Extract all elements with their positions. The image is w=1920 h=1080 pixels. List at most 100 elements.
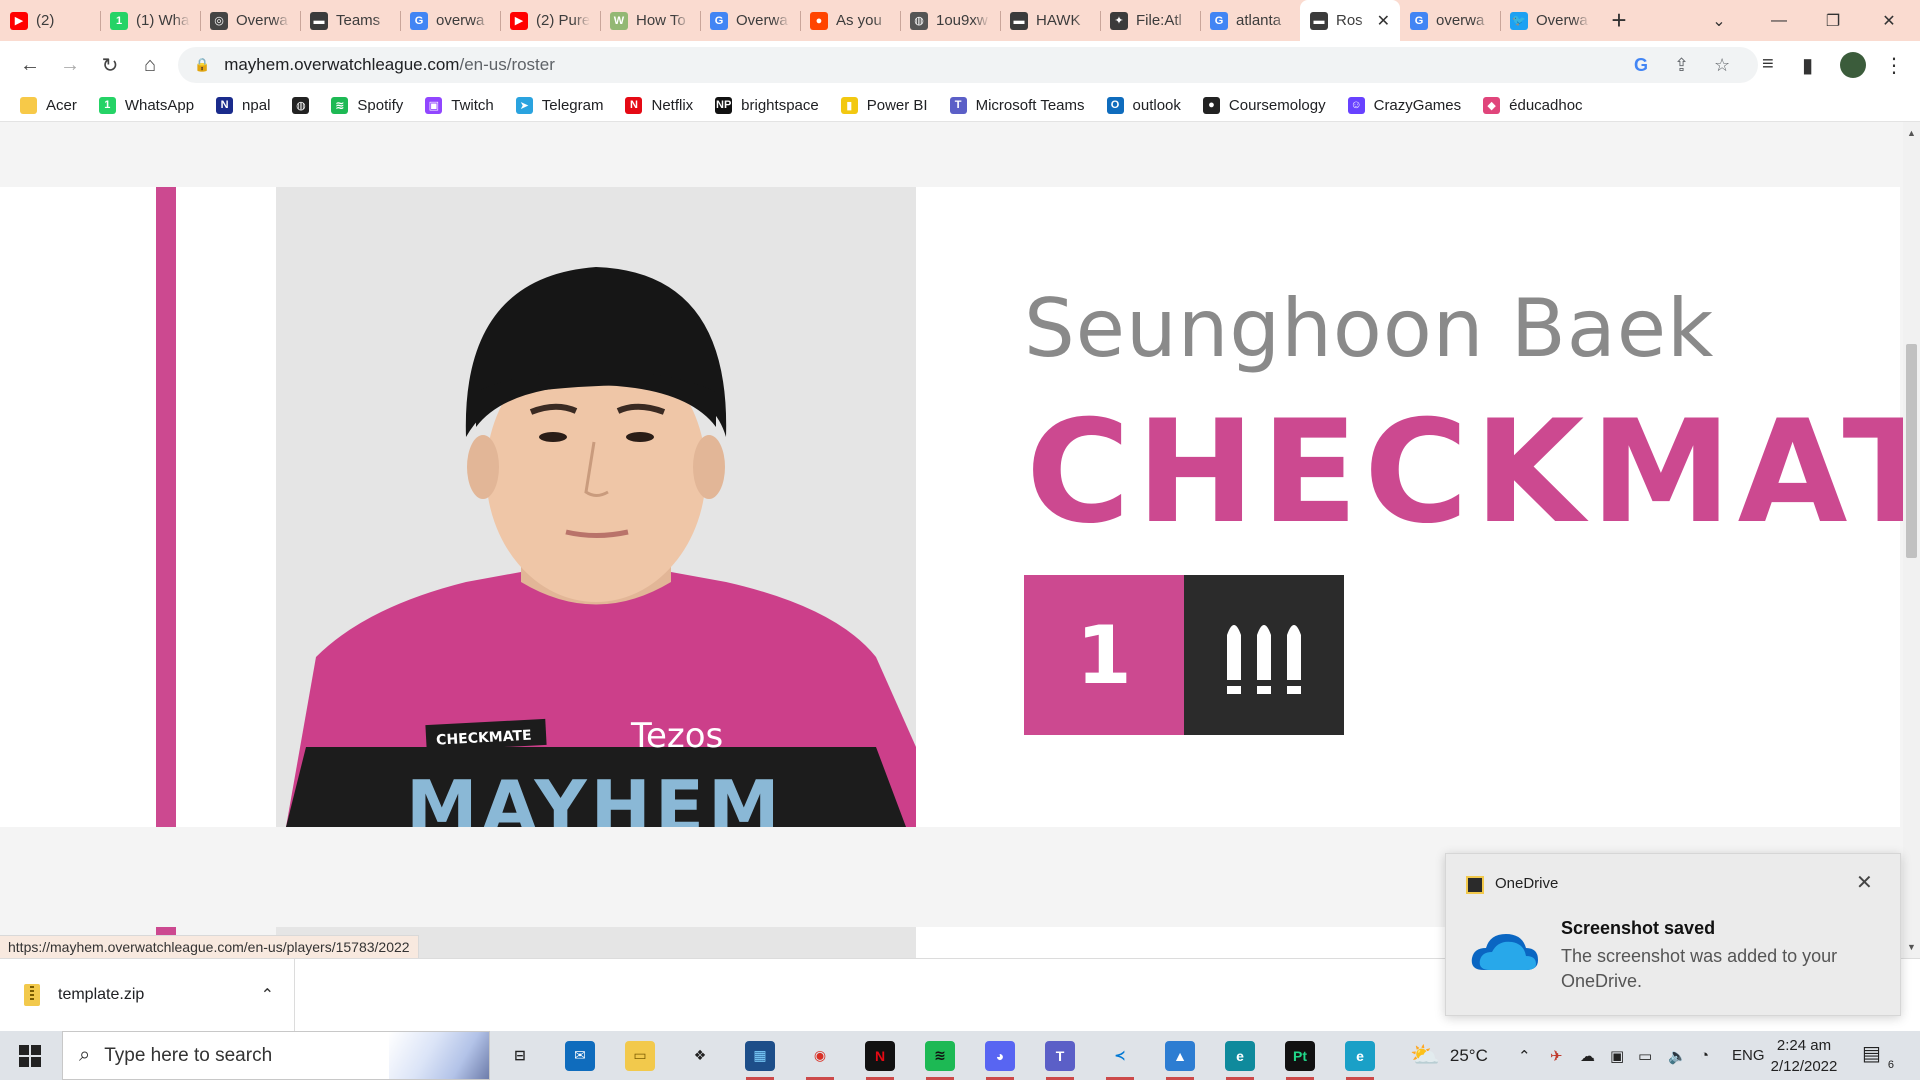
back-icon[interactable]: ← [12, 47, 48, 83]
taskbar-app-edge[interactable]: e [1216, 1031, 1264, 1080]
player-photo[interactable]: CHECKMATE Tezos MAYHEM [276, 187, 916, 827]
address-bar[interactable]: 🔒 mayhem.overwatchleague.com/en-us/roste… [178, 47, 1758, 83]
toast-close-icon[interactable]: ✕ [1856, 870, 1873, 895]
browser-tab[interactable]: Gatlanta [1200, 0, 1300, 41]
taskbar-app-spotify[interactable]: ≋ [916, 1031, 964, 1080]
bookmark-item[interactable]: ◍ [292, 96, 310, 114]
bookmark-star-icon[interactable]: ☆ [1714, 55, 1730, 76]
language-indicator[interactable]: ENG [1732, 1031, 1765, 1080]
side-panel-icon[interactable]: ▮ [1802, 53, 1813, 78]
meet-now-icon[interactable]: ▣ [1610, 1031, 1624, 1080]
forward-icon[interactable]: → [52, 47, 88, 83]
windows-start-icon[interactable] [0, 1031, 60, 1080]
browser-tab[interactable]: ▶ (2) Pure [500, 0, 600, 41]
taskbar-app-edge-dev[interactable]: e [1336, 1031, 1384, 1080]
taskbar-clock[interactable]: 2:24 am 2/12/2022 [1766, 1035, 1842, 1077]
restore-button[interactable]: ❐ [1810, 0, 1856, 41]
bookmark-label: outlook [1132, 96, 1181, 114]
wifi-icon[interactable]: ◔ [1700, 1031, 1709, 1080]
twitter-icon: 🐦 [1510, 11, 1528, 30]
bookmark-item[interactable]: ➤ Telegram [515, 96, 603, 114]
download-item[interactable]: template.zip ⌃ [0, 959, 295, 1031]
browser-tab[interactable]: ▶ (2) [0, 0, 100, 41]
menu-kebab-icon[interactable]: ⋮ [1884, 53, 1904, 78]
taskbar-app-dropbox[interactable]: ❖ [676, 1031, 724, 1080]
bookmark-item[interactable]: Nnpal [216, 96, 270, 114]
tab-search-chevron-icon[interactable]: ⌄ [1696, 0, 1742, 41]
browser-tab[interactable]: ● As you [800, 0, 900, 41]
tab-close-icon[interactable]: ✕ [1377, 11, 1390, 31]
taskbar-app-file-explorer[interactable]: ▭ [616, 1031, 664, 1080]
clock-time: 2:24 am [1776, 1037, 1832, 1054]
tab-title: overwa [1436, 12, 1485, 29]
chevron-up-icon[interactable]: ⌃ [261, 985, 274, 1005]
browser-tab[interactable]: 🐦 Overwa [1500, 0, 1600, 41]
share-icon[interactable]: ⇪ [1674, 55, 1689, 76]
browser-tab[interactable]: 1 (1) Wha [100, 0, 200, 41]
show-hidden-icons-icon[interactable]: ⌃ [1518, 1031, 1531, 1080]
battery-icon[interactable]: ▭ [1638, 1031, 1652, 1080]
browser-tab[interactable]: ◎ Overwa [200, 0, 300, 41]
google-lens-icon[interactable]: G [1634, 55, 1648, 76]
network-warning-icon[interactable]: ✈ [1550, 1031, 1563, 1080]
taskbar-app-vscode[interactable]: ≺ [1096, 1031, 1144, 1080]
browser-tab[interactable]: ▬ Ros ✕ [1300, 0, 1400, 41]
browser-tab[interactable]: ✦ File:Atl [1100, 0, 1200, 41]
lock-icon[interactable]: 🔒 [194, 57, 210, 73]
bookmark-item[interactable]: ▣ Twitch [425, 96, 494, 114]
bookmark-item[interactable]: ● Coursemology [1202, 96, 1326, 114]
bookmark-item[interactable]: N Netflix [625, 96, 693, 114]
taskbar-app-teams[interactable]: T [1036, 1031, 1084, 1080]
bookmark-item[interactable]: 1 WhatsApp [98, 96, 194, 114]
onedrive-notification[interactable]: OneDrive ✕ Screenshot saved The screensh… [1445, 853, 1901, 1016]
educadhoc-icon: ◆ [1483, 96, 1501, 114]
taskbar-app-netflix[interactable]: N [856, 1031, 904, 1080]
taskbar-app-pycharm[interactable]: Pt [1276, 1031, 1324, 1080]
player-real-name: Seunghoon Baek [1024, 282, 1715, 375]
taskbar-app-discord[interactable]: ◕ [976, 1031, 1024, 1080]
url-text[interactable]: mayhem.overwatchleague.com/en-us/roster [224, 55, 555, 75]
page-scrollbar[interactable]: ▲ ▼ [1903, 122, 1920, 958]
bookmark-item[interactable]: Ooutlook [1106, 96, 1181, 114]
taskbar-app-chrome[interactable]: ◉ [796, 1031, 844, 1080]
mail-icon: ✉ [565, 1040, 595, 1071]
taskbar-search-input[interactable]: ⌕ Type here to search [62, 1031, 490, 1080]
reading-list-icon[interactable]: ≡ [1762, 53, 1774, 76]
weather-widget[interactable]: ⛅ 25°C [1410, 1031, 1488, 1080]
browser-tab[interactable]: G Overwa [700, 0, 800, 41]
bookmark-label: Microsoft Teams [975, 96, 1085, 114]
bookmark-item[interactable]: ≋ Spotify [331, 96, 403, 114]
bookmark-item[interactable]: ◆ éducadhoc [1483, 96, 1583, 114]
bookmark-item[interactable]: ▮ Power BI [840, 96, 928, 114]
bookmark-label: brightspace [741, 96, 819, 114]
browser-tab[interactable]: ▬ Teams [300, 0, 400, 41]
scrollbar-thumb[interactable] [1906, 344, 1917, 558]
scroll-up-icon[interactable]: ▲ [1907, 128, 1916, 138]
home-icon[interactable]: ⌂ [132, 47, 168, 83]
taskbar-app-photos[interactable]: ▲ [1156, 1031, 1204, 1080]
close-window-button[interactable]: ✕ [1866, 0, 1912, 41]
reload-icon[interactable]: ↻ [92, 47, 128, 83]
browser-tab[interactable]: Goverwa [400, 0, 500, 41]
taskbar-app-codeblocks[interactable]: ▦ [736, 1031, 784, 1080]
spotify-icon: ≋ [331, 96, 349, 114]
notification-center-icon[interactable]: ▤ 6 [1862, 1041, 1894, 1071]
bookmark-item[interactable]: ☺ CrazyGames [1347, 96, 1461, 114]
profile-avatar[interactable] [1840, 52, 1866, 78]
vscode-icon: ≺ [1105, 1040, 1135, 1071]
browser-tab[interactable]: Goverwa [1400, 0, 1500, 41]
taskbar-app-task-view[interactable]: ⊟ [496, 1031, 544, 1080]
bookmark-item[interactable]: T Microsoft Teams [949, 96, 1085, 114]
scroll-down-icon[interactable]: ▼ [1907, 942, 1916, 952]
volume-icon[interactable]: 🔈 [1668, 1031, 1687, 1080]
onedrive-tray-icon[interactable]: ☁ [1580, 1031, 1595, 1080]
browser-tab[interactable]: W How To [600, 0, 700, 41]
browser-tab[interactable]: ◍ 1ou9xw [900, 0, 1000, 41]
bookmark-item[interactable]: Acer [20, 96, 77, 114]
browser-tab[interactable]: ▬ HAWK [1000, 0, 1100, 41]
weather-temperature: 25°C [1449, 1045, 1488, 1065]
bookmark-item[interactable]: NP brightspace [715, 96, 819, 114]
minimize-button[interactable]: — [1756, 0, 1802, 41]
new-tab-button[interactable]: + [1600, 0, 1638, 41]
taskbar-app-mail[interactable]: ✉ [556, 1031, 604, 1080]
